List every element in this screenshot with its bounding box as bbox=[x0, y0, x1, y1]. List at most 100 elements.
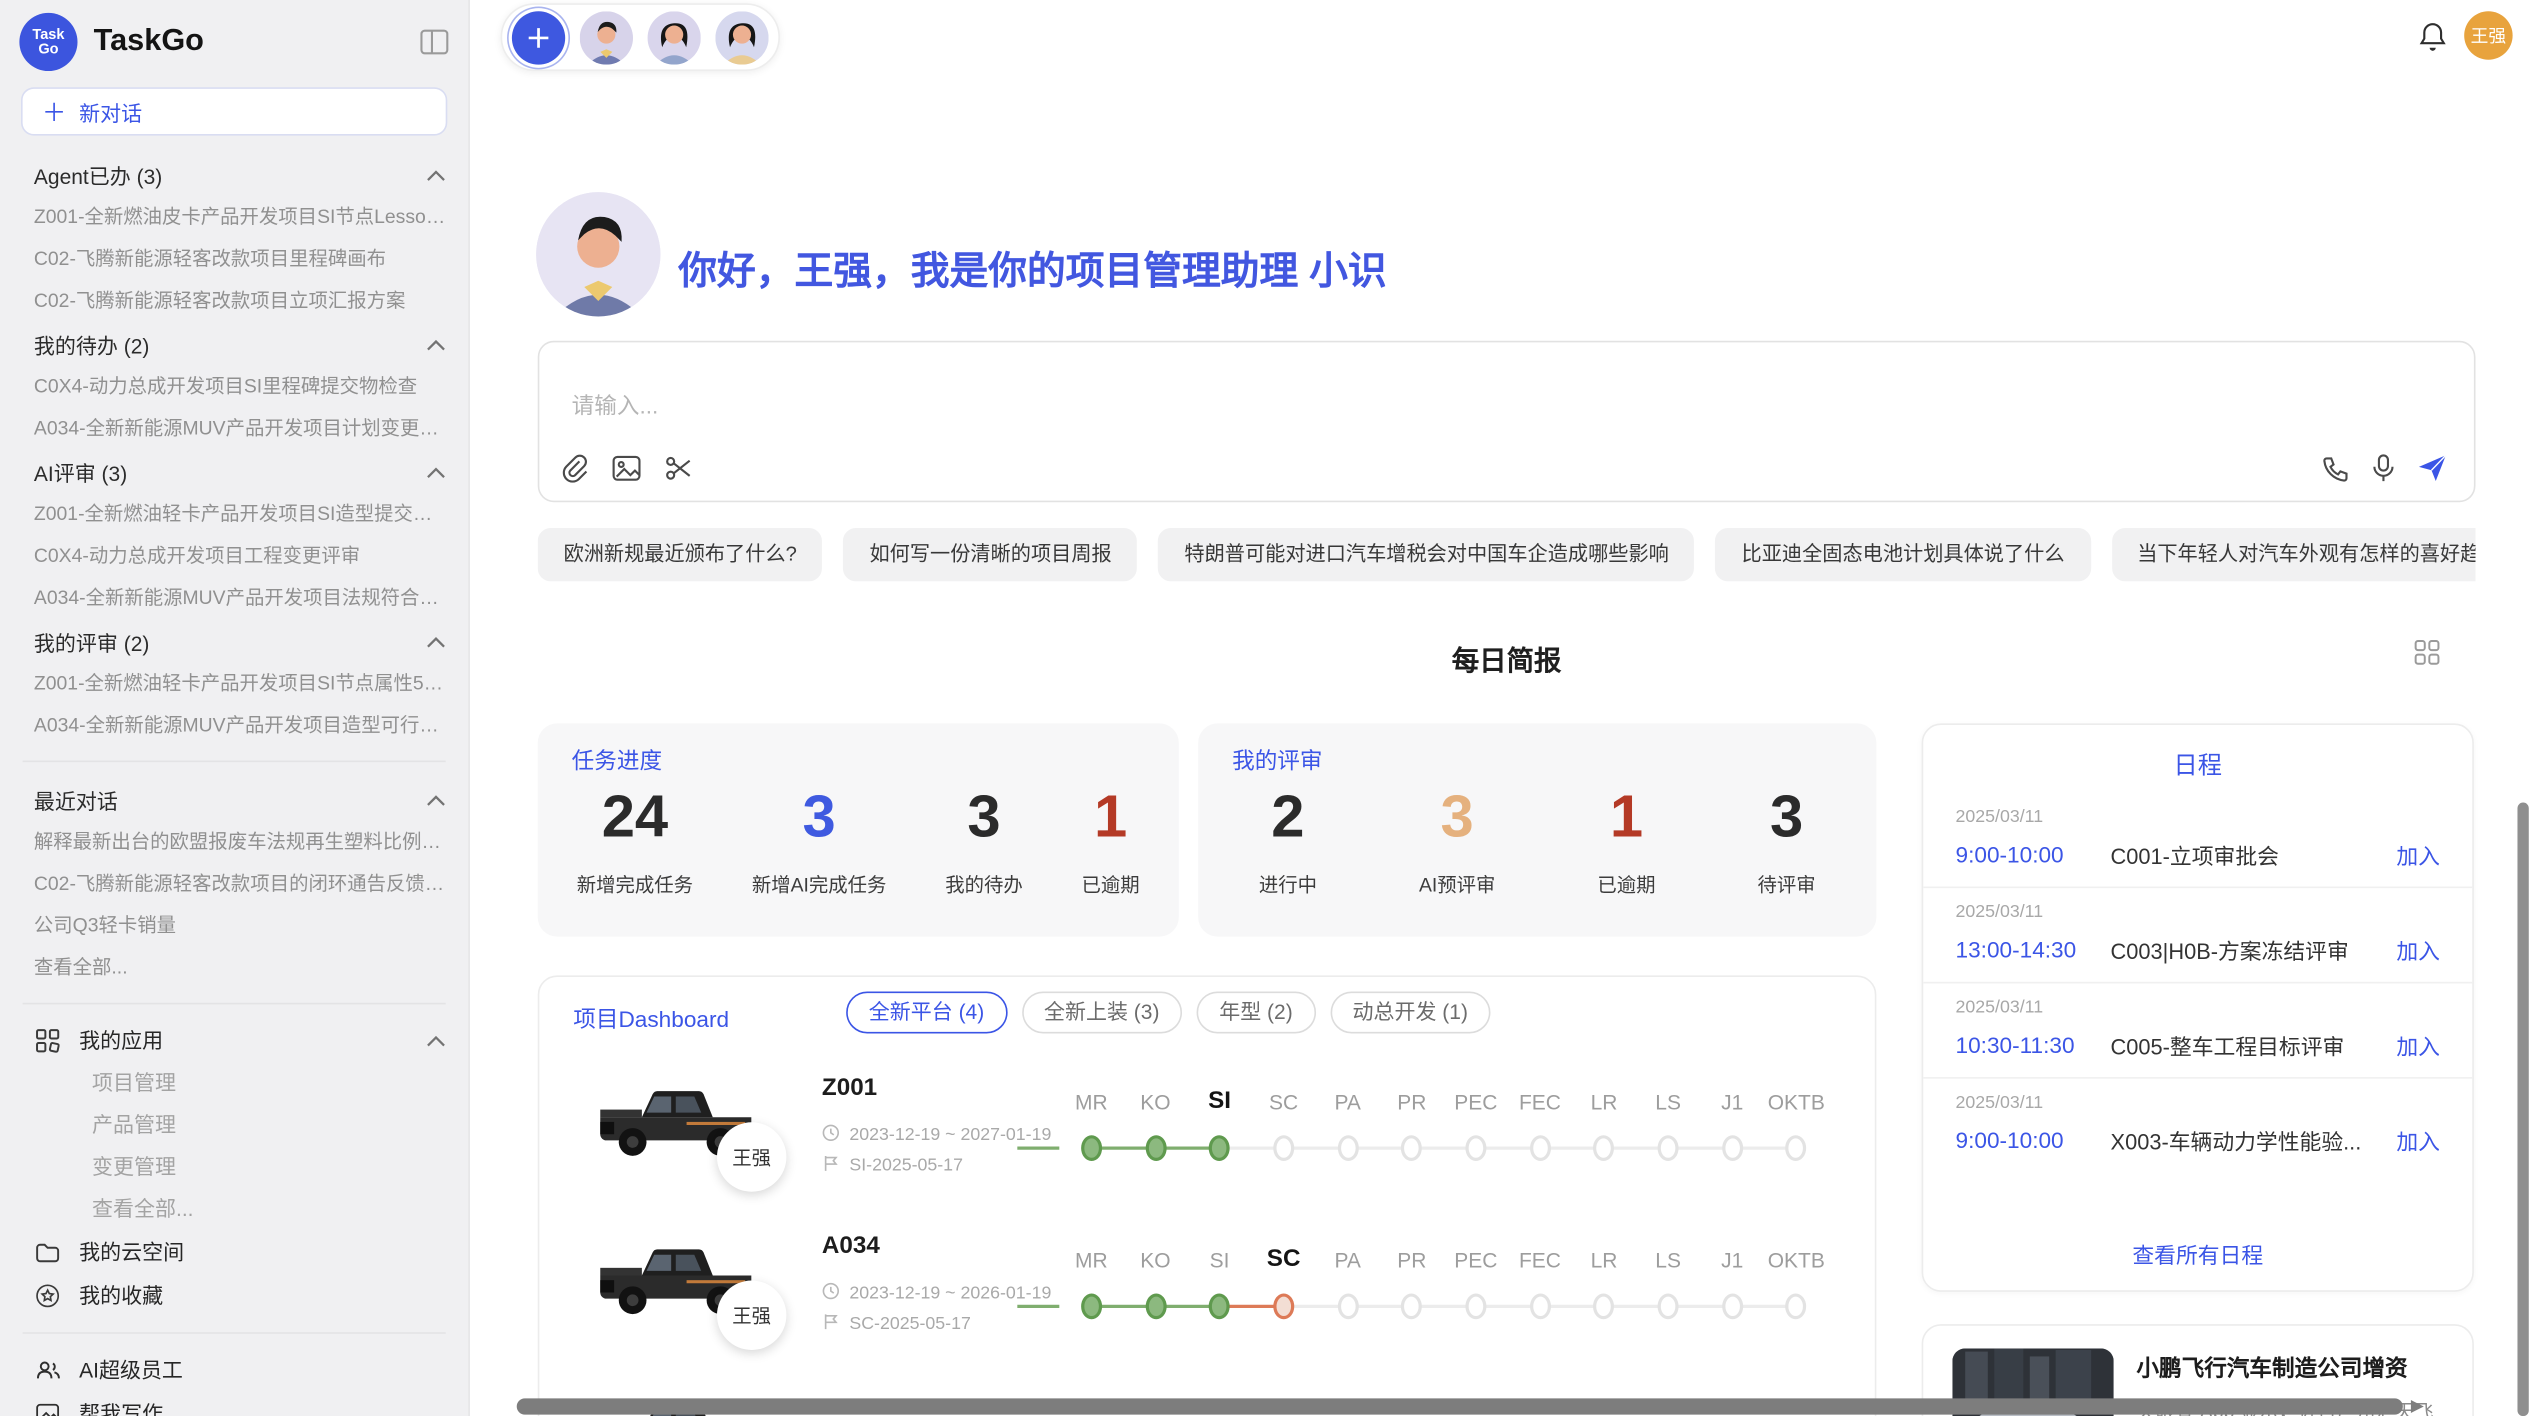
panel-collapse-icon[interactable] bbox=[420, 29, 449, 55]
recent-conversation-item[interactable]: 公司Q3轻卡销量 bbox=[0, 904, 468, 946]
milestone-dot[interactable] bbox=[1273, 1293, 1294, 1319]
project-flag-text: SI-2025-05-17 bbox=[849, 1156, 963, 1175]
milestone-dot[interactable] bbox=[1401, 1293, 1422, 1319]
milestone: FEC bbox=[1508, 1248, 1572, 1329]
suggestion-chip[interactable]: 欧洲新规最近颁布了什么? bbox=[538, 528, 823, 581]
app-sub-item[interactable]: 变更管理 bbox=[0, 1147, 468, 1189]
milestone-dot[interactable] bbox=[1786, 1293, 1807, 1319]
milestone-dot[interactable] bbox=[1465, 1135, 1486, 1161]
milestone-dot[interactable] bbox=[1529, 1293, 1550, 1319]
send-icon[interactable] bbox=[2417, 454, 2448, 483]
section-header[interactable]: 我的待办 (2) bbox=[0, 321, 468, 365]
vertical-scrollbar[interactable] bbox=[2517, 803, 2528, 1416]
sidebar-item[interactable]: C0X4-动力总成开发项目工程变更评审 bbox=[0, 534, 468, 576]
stat-label: 新增AI完成任务 bbox=[752, 870, 887, 897]
horizontal-scrollbar[interactable] bbox=[517, 1398, 2403, 1414]
sidebar-item[interactable]: C0X4-动力总成开发项目SI里程碑提交物检查 bbox=[0, 365, 468, 407]
recent-conversation-item[interactable]: C02-飞腾新能源轻客改款项目的闭环通告反馈情况 bbox=[0, 862, 468, 904]
dashboard-tab[interactable]: 全新平台 (4) bbox=[846, 991, 1007, 1033]
recent-section-header[interactable]: 最近对话 bbox=[0, 777, 468, 821]
screenshot-scissors-icon[interactable] bbox=[665, 455, 692, 481]
milestone-dot[interactable] bbox=[1145, 1135, 1166, 1161]
suggestion-chip[interactable]: 当下年轻人对汽车外观有怎样的喜好趋势 bbox=[2111, 528, 2475, 581]
join-button[interactable]: 加入 bbox=[2396, 1124, 2440, 1156]
attach-file-icon[interactable] bbox=[560, 454, 587, 483]
sidebar-item-cloud-folder[interactable]: 我的云空间 bbox=[0, 1230, 468, 1274]
suggestion-chip[interactable]: 特朗普可能对进口汽车增税会对中国车企造成哪些影响 bbox=[1159, 528, 1695, 581]
sidebar-item-my-apps[interactable]: 我的应用 bbox=[0, 1019, 468, 1063]
milestone-dot[interactable] bbox=[1594, 1135, 1615, 1161]
milestone-dot[interactable] bbox=[1722, 1293, 1743, 1319]
dashboard-tab[interactable]: 全新上装 (3) bbox=[1021, 991, 1182, 1033]
view-all-schedule-link[interactable]: 查看所有日程 bbox=[1923, 1237, 2472, 1269]
message-input[interactable] bbox=[568, 391, 2021, 420]
sidebar-item[interactable]: Z001-全新燃油轻卡产品开发项目SI节点属性5D文件评审 bbox=[0, 662, 468, 704]
user-avatar[interactable]: 王强 bbox=[2464, 11, 2512, 59]
sidebar-item[interactable]: A034-全新新能源MUV产品开发项目造型可行性评审 bbox=[0, 704, 468, 746]
chevron-up-icon[interactable] bbox=[426, 169, 445, 182]
milestone-dot[interactable] bbox=[1081, 1293, 1102, 1319]
milestone-dot[interactable] bbox=[1273, 1135, 1294, 1161]
recent-conversation-item[interactable]: 解释最新出台的欧盟报废车法规再生塑料比例被调至15%... bbox=[0, 820, 468, 862]
chevron-up-icon[interactable] bbox=[426, 338, 445, 351]
chevron-up-icon[interactable] bbox=[426, 635, 445, 648]
milestone-dot[interactable] bbox=[1658, 1135, 1679, 1161]
milestone-dot[interactable] bbox=[1594, 1293, 1615, 1319]
app-sub-item[interactable]: 产品管理 bbox=[0, 1105, 468, 1147]
milestone: MR bbox=[1059, 1090, 1123, 1171]
agent-avatar[interactable] bbox=[715, 10, 768, 63]
notification-bell-icon[interactable] bbox=[2419, 21, 2446, 60]
divider bbox=[23, 1003, 446, 1005]
milestone-dot[interactable] bbox=[1401, 1135, 1422, 1161]
join-button[interactable]: 加入 bbox=[2396, 933, 2440, 965]
chevron-up-icon[interactable] bbox=[426, 1034, 445, 1047]
milestone-dot[interactable] bbox=[1209, 1293, 1230, 1319]
dashboard-tab[interactable]: 动总开发 (1) bbox=[1330, 991, 1491, 1033]
join-button[interactable]: 加入 bbox=[2396, 838, 2440, 870]
sidebar-item[interactable]: Z001-全新燃油皮卡产品开发项目SI节点Lesson Learn报告 bbox=[0, 195, 468, 237]
dashboard-tab[interactable]: 年型 (2) bbox=[1197, 991, 1316, 1033]
agent-avatar[interactable] bbox=[648, 10, 701, 63]
event-time: 9:00-10:00 bbox=[1956, 841, 2111, 867]
section-header[interactable]: Agent已办 (3) bbox=[0, 152, 468, 196]
milestone-dot[interactable] bbox=[1465, 1293, 1486, 1319]
sidebar-item[interactable]: Z001-全新燃油轻卡产品开发项目SI造型提交物评审 bbox=[0, 493, 468, 535]
milestone-dot[interactable] bbox=[1337, 1293, 1358, 1319]
milestone-dot[interactable] bbox=[1529, 1135, 1550, 1161]
milestone-dot[interactable] bbox=[1337, 1135, 1358, 1161]
add-agent-button[interactable] bbox=[512, 10, 565, 63]
voice-call-icon[interactable] bbox=[2322, 455, 2349, 482]
app-sub-item[interactable]: 查看全部... bbox=[0, 1188, 468, 1230]
sidebar-item[interactable]: C02-飞腾新能源轻客改款项目里程碑画布 bbox=[0, 237, 468, 279]
layout-grid-icon[interactable] bbox=[2414, 639, 2440, 673]
agent-avatar[interactable] bbox=[580, 10, 633, 63]
section-header[interactable]: 我的评审 (2) bbox=[0, 618, 468, 662]
attach-image-icon[interactable] bbox=[612, 455, 641, 481]
suggestion-chip[interactable]: 如何写一份清晰的项目周报 bbox=[844, 528, 1138, 581]
view-all-conversations-link[interactable]: 查看全部... bbox=[0, 946, 468, 988]
event-date: 2025/03/11 bbox=[1956, 807, 2440, 826]
sidebar-item-ai-staff[interactable]: AI超级员工 bbox=[0, 1348, 468, 1392]
sidebar-item-write[interactable]: 帮我写作 bbox=[0, 1392, 468, 1416]
owner-avatar: 王强 bbox=[717, 1122, 786, 1191]
milestone-dot[interactable] bbox=[1658, 1293, 1679, 1319]
join-button[interactable]: 加入 bbox=[2396, 1029, 2440, 1061]
sidebar-item[interactable]: A034-全新新能源MUV产品开发项目法规符合性评审 bbox=[0, 576, 468, 618]
milestone-dot[interactable] bbox=[1786, 1135, 1807, 1161]
suggestion-chip[interactable]: 比亚迪全固态电池计划具体说了什么 bbox=[1716, 528, 2091, 581]
milestone-dot[interactable] bbox=[1145, 1293, 1166, 1319]
sidebar-item-label: 帮我写作 bbox=[79, 1392, 446, 1416]
scrollbar-right-arrow[interactable] bbox=[2411, 1400, 2424, 1413]
chevron-up-icon[interactable] bbox=[426, 466, 445, 479]
new-chat-button[interactable]: ＋ 新对话 bbox=[21, 87, 447, 135]
sidebar-item[interactable]: C02-飞腾新能源轻客改款项目立项汇报方案 bbox=[0, 279, 468, 321]
milestone-dot[interactable] bbox=[1081, 1135, 1102, 1161]
chevron-up-icon[interactable] bbox=[426, 794, 445, 807]
app-sub-item[interactable]: 项目管理 bbox=[0, 1063, 468, 1105]
sidebar-item[interactable]: A034-全新新能源MUV产品开发项目计划变更表编写 bbox=[0, 407, 468, 449]
milestone-dot[interactable] bbox=[1209, 1135, 1230, 1161]
microphone-icon[interactable] bbox=[2372, 454, 2395, 483]
milestone-dot[interactable] bbox=[1722, 1135, 1743, 1161]
sidebar-item-favorites-star[interactable]: 我的收藏 bbox=[0, 1274, 468, 1318]
section-header[interactable]: AI评审 (3) bbox=[0, 449, 468, 493]
